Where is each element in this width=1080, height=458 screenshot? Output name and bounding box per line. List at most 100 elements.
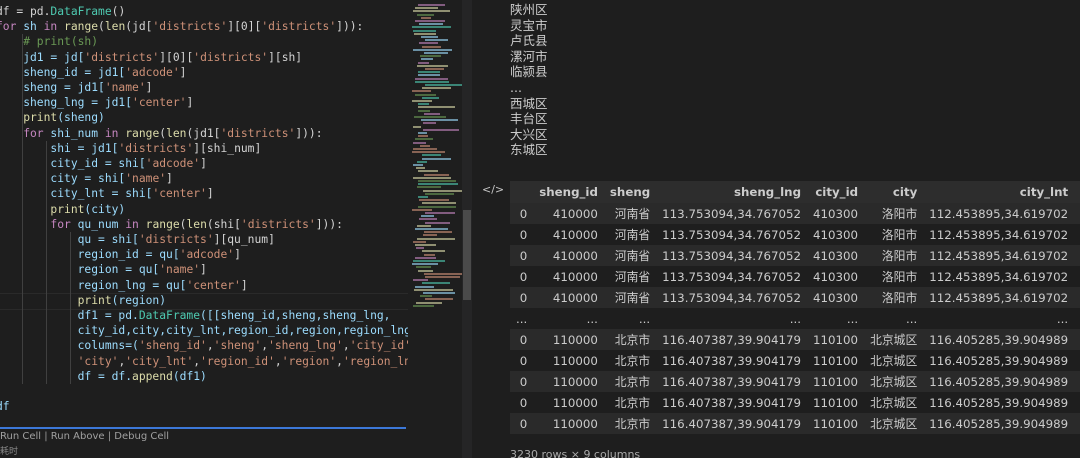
code-line[interactable]: for shi_num in range(len(jd1['districts'… [0, 126, 322, 141]
code-line[interactable]: df = pd.DataFrame() [0, 4, 125, 19]
scrollbar-thumb[interactable] [463, 210, 471, 300]
table-cell: 北京市 [603, 413, 657, 434]
table-cell: 110102 [1074, 350, 1080, 371]
code-line[interactable]: df1 = pd.DataFrame([[sheng_id,sheng,shen… [0, 308, 391, 323]
editor-scrollbar[interactable] [462, 0, 472, 458]
code-token: city = shi[ [0, 172, 126, 186]
code-token: region_lng = qu[ [0, 278, 187, 292]
code-editor[interactable]: df = pd.DataFrame()for sh in range(len(j… [0, 0, 408, 458]
table-cell: ... [923, 308, 1075, 329]
code-line[interactable]: sheng_id = jd1['adcode'] [0, 65, 186, 80]
code-token: ] [179, 65, 187, 79]
minimap-line [421, 215, 434, 218]
run-cell-link[interactable]: Run Cell [0, 431, 41, 442]
minimap-line [416, 266, 431, 269]
code-line[interactable]: region_lng = qu['center'] [0, 278, 248, 293]
minimap-line [415, 93, 436, 96]
column-header: sheng [603, 181, 657, 203]
code-token: 'center' [152, 187, 207, 201]
code-token: sheng_id = jd1[ [0, 65, 126, 79]
print-output-line: 陕州区 [510, 2, 548, 17]
column-header: city [864, 181, 924, 203]
table-row: 0 110000 北京市 116.407387,39.904179 110100 北京城区… [510, 350, 1080, 371]
code-line[interactable]: print(sheng) [0, 110, 105, 125]
minimap-line [421, 16, 431, 19]
code-line[interactable]: df [0, 399, 10, 414]
table-cell: 河南省 [603, 224, 657, 245]
table-cell: 116.405285,39.904989 [923, 371, 1075, 392]
run-above-link[interactable]: Run Above [51, 431, 105, 442]
code-line[interactable]: city_lnt = shi['center'] [0, 186, 213, 201]
minimap[interactable] [408, 0, 462, 458]
minimap-line [424, 112, 440, 115]
code-line[interactable]: print(city) [0, 202, 125, 217]
dataframe-shape: 3230 rows × 9 columns [510, 448, 641, 458]
table-cell: 河南省 [603, 203, 657, 224]
table-cell: 110000 [533, 413, 604, 434]
minimap-line [423, 128, 459, 131]
code-line[interactable]: for qu_num in range(len(shi['districts']… [0, 217, 343, 232]
code-line[interactable]: sheng_lng = jd1['center'] [0, 95, 193, 110]
table-cell: ... [533, 308, 604, 329]
code-token: 'center' [132, 96, 187, 110]
table-cell: 北京市 [603, 371, 657, 392]
minimap-line [413, 10, 450, 13]
minimap-line [419, 23, 443, 26]
minimap-line [423, 292, 455, 294]
code-line[interactable]: region = qu['name'] [0, 262, 207, 277]
minimap-line [424, 272, 462, 275]
table-cell: 110000 [533, 350, 604, 371]
table-cell: 410300 [807, 245, 865, 266]
debug-cell-link[interactable]: Debug Cell [114, 431, 169, 442]
code-token: DataFrame [138, 309, 201, 322]
code-line[interactable]: 'city','city_lnt','region_id','region','… [0, 354, 408, 369]
table-cell: 112.453895,34.619702 [923, 245, 1075, 266]
code-token: 'sheng_id' [138, 339, 207, 353]
code-token: 'districts' [240, 217, 316, 231]
print-output-line: 漯河市 [510, 48, 548, 64]
minimap-line [419, 218, 437, 221]
table-cell: 洛阳市 [864, 266, 924, 287]
code-line[interactable]: city_id = shi['adcode'] [0, 156, 206, 171]
status-text: 耗时 [0, 447, 19, 457]
table-cell: 410000 [533, 287, 604, 308]
minimap-line [415, 256, 436, 259]
code-line[interactable]: region_id = qu['adcode'] [0, 247, 241, 262]
code-line[interactable]: # print(sh) [0, 34, 98, 49]
table-cell: 北京市 [603, 392, 657, 413]
code-token: ] [186, 96, 194, 110]
minimap-line [413, 260, 445, 262]
minimap-line [418, 109, 430, 112]
table-cell: 410300 [807, 224, 865, 245]
code-line[interactable]: df = df.append(df1) [0, 369, 207, 384]
code-token: ] [145, 81, 153, 94]
table-cell: 112.453895,34.619702 [923, 266, 1075, 287]
minimap-line [415, 285, 434, 288]
code-line[interactable]: print(region) [0, 293, 166, 308]
minimap-line [418, 135, 428, 138]
collapse-toggle-icon[interactable]: </> [482, 183, 504, 196]
code-line[interactable]: columns=('sheng_id','sheng','sheng_lng',… [0, 338, 408, 353]
code-token: ( [98, 20, 105, 34]
table-row: 0 410000 河南省 113.753094,34.767052 410300 洛阳市 1… [510, 224, 1080, 245]
table-cell: 116.405285,39.904989 [923, 413, 1075, 434]
code-line[interactable]: for sh in range(len(jd['districts'][0]['… [0, 19, 363, 34]
table-cell: 116.407387,39.904179 [656, 392, 808, 413]
table-cell: 0 [510, 203, 534, 224]
minimap-line [415, 20, 445, 22]
code-line[interactable]: city_id,city,city_lnt,region_id,region,r… [0, 323, 408, 338]
table-cell: 110100 [807, 350, 865, 371]
print-output-line: 东城区 [510, 142, 548, 158]
code-line[interactable]: qu = shi['districts'][qu_num] [0, 232, 275, 247]
code-token: ] [234, 248, 241, 262]
code-token: city_id,city,city_lnt,region_id,region,r… [0, 324, 408, 338]
code-token: 'districts' [118, 141, 194, 155]
code-line[interactable]: city = shi['name'] [0, 171, 172, 186]
code-token: range [57, 20, 99, 34]
code-line[interactable]: shi = jd1['districts'][shi_num] [0, 141, 261, 156]
code-line[interactable]: jd1 = jd['districts'][0]['districts'][sh… [0, 50, 302, 65]
code-token: print [0, 111, 58, 125]
code-token: qu_num [70, 217, 126, 231]
minimap-line [416, 301, 442, 304]
minimap-line [413, 304, 434, 307]
